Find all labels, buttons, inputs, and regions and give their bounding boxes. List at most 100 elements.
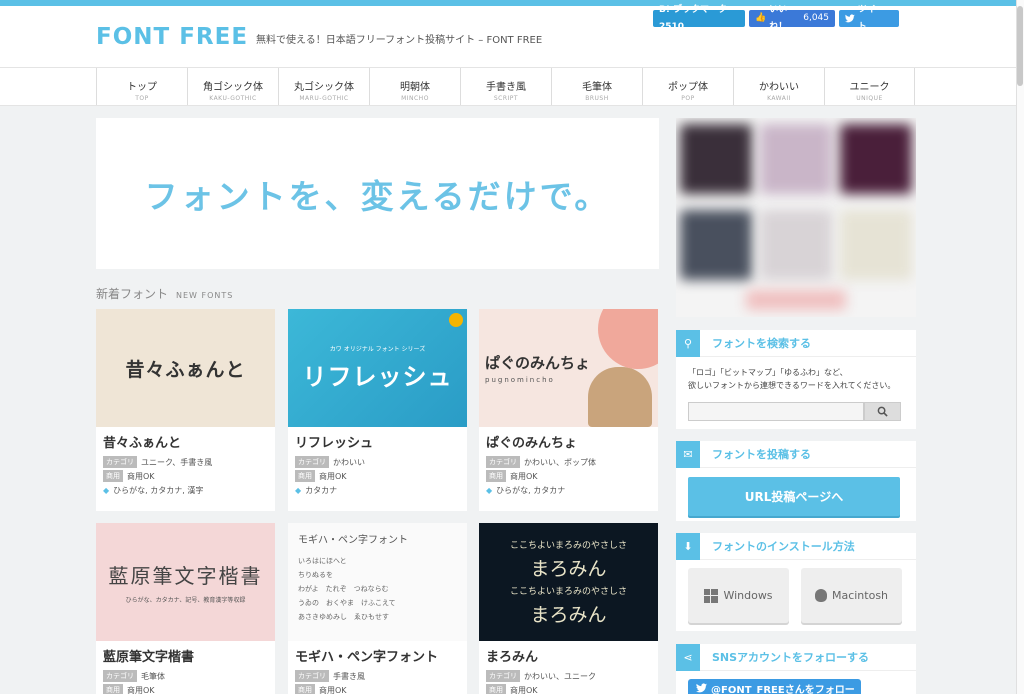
font-card[interactable]: 藍原筆文字楷書 ひらがな、カタカナ、記号、教育漢字等収録 藍原筆文字楷書 カテゴ… xyxy=(96,523,275,694)
windows-logo-icon xyxy=(704,588,719,603)
nav-label: 丸ゴシック体 xyxy=(294,82,354,93)
font-title[interactable]: モギハ・ペン字フォント xyxy=(288,641,467,669)
category-value[interactable]: かわいい、ポップ体 xyxy=(524,457,596,468)
panel-title: フォントのインストール方法 xyxy=(712,540,855,553)
url-submit-button[interactable]: URL投稿ページへ xyxy=(688,477,900,516)
font-thumbnail[interactable]: カワ オリジナル フォント シリーズ リフレッシュ xyxy=(288,309,467,427)
sidebar-sns-panel: ⋖ SNSアカウントをフォローする @FONT_FREEさんをフォロー xyxy=(676,643,916,694)
font-title[interactable]: 昔々ふぁんと xyxy=(96,427,275,455)
sidebar-ad[interactable] xyxy=(676,118,916,317)
windows-button[interactable]: Windows xyxy=(688,568,789,623)
font-title[interactable]: ぱぐのみんちょ xyxy=(479,427,658,455)
category-row: カテゴリ ユニーク、手書き風 xyxy=(96,455,275,469)
commercial-row: 商用 商用OK xyxy=(288,469,467,483)
thumbnail-subtext: pugnomincho xyxy=(485,376,555,384)
url-submit-label: URL投稿ページへ xyxy=(744,490,844,504)
category-value[interactable]: ユニーク、手書き風 xyxy=(141,457,212,468)
font-thumbnail[interactable]: 昔々ふぁんと xyxy=(96,309,275,427)
keyword-value[interactable]: カタカナ xyxy=(305,485,337,496)
nav-sublabel: MARU-GOTHIC xyxy=(299,95,349,102)
hatena-bookmark-button[interactable]: B! ブックマーク 2510 xyxy=(653,5,745,32)
thumbnail-text: リフレッシュ xyxy=(302,363,453,391)
tag-icon: ◆ xyxy=(295,485,302,495)
font-card[interactable]: モギハ・ペン字フォント いろはにほへと ちりぬるを わがよ たれぞ つねならむ … xyxy=(288,523,467,694)
keyword-value[interactable]: ひらがな, カタカナ xyxy=(496,485,565,496)
twitter-bird-icon xyxy=(845,14,855,23)
nav-item-kawaii[interactable]: かわいい KAWAII xyxy=(733,68,824,105)
panel-header: ✉ フォントを投稿する xyxy=(676,440,916,468)
macintosh-label: Macintosh xyxy=(831,589,889,602)
category-value[interactable]: 毛筆体 xyxy=(141,671,165,682)
nav-item-script[interactable]: 手書き風 SCRIPT xyxy=(460,68,551,105)
nav-item-maru-gothic[interactable]: 丸ゴシック体 MARU-GOTHIC xyxy=(278,68,369,105)
font-thumbnail[interactable]: モギハ・ペン字フォント いろはにほへと ちりぬるを わがよ たれぞ つねならむ … xyxy=(288,523,467,641)
font-card[interactable]: カワ オリジナル フォント シリーズ リフレッシュ リフレッシュ カテゴリ かわい… xyxy=(288,309,467,511)
thumbnail-line: まろみん xyxy=(530,603,607,626)
nav-label: ユニーク xyxy=(849,82,890,93)
macintosh-button[interactable]: Macintosh xyxy=(801,568,902,623)
panel-title: SNSアカウントをフォローする xyxy=(712,651,870,664)
category-tag: カテゴリ xyxy=(295,456,329,468)
category-row: カテゴリ 手書き風 xyxy=(288,669,467,683)
pug-image xyxy=(588,367,652,427)
scrollbar-thumb[interactable] xyxy=(1017,6,1023,86)
nav-item-mincho[interactable]: 明朝体 MINCHO xyxy=(369,68,460,105)
category-value[interactable]: 手書き風 xyxy=(333,671,365,682)
font-thumbnail[interactable]: ぱぐのみんちょ pugnomincho xyxy=(479,309,658,427)
nav-item-brush[interactable]: 毛筆体 BRUSH xyxy=(551,68,642,105)
nav-item-kaku-gothic[interactable]: 角ゴシック体 KAKU-GOTHIC xyxy=(187,68,278,105)
panel-title: フォントを投稿する xyxy=(712,448,811,461)
hero-banner[interactable]: フォントを、変えるだけで。 xyxy=(96,118,659,269)
panel-title: フォントを検索する xyxy=(712,337,811,350)
facebook-like-button[interactable]: 👍 いいね！ 6,045 xyxy=(749,5,835,32)
keyword-value[interactable]: ひらがな, カタカナ, 漢字 xyxy=(113,485,203,496)
font-thumbnail[interactable]: ここちよいまろみのやさしさ まろみん ここちよいまろみのやさしさ まろみん xyxy=(479,523,658,641)
tweet-label: ツイート xyxy=(857,4,885,32)
pink-wave-shape xyxy=(598,309,658,369)
nav-item-unique[interactable]: ユニーク UNIQUE xyxy=(824,68,915,105)
tweet-button[interactable]: ツイート xyxy=(839,5,899,32)
nav-item-top[interactable]: トップ TOP xyxy=(96,68,187,105)
nav-item-pop[interactable]: ポップ体 POP xyxy=(642,68,733,105)
nav-label: 明朝体 xyxy=(400,82,430,93)
search-input[interactable] xyxy=(688,402,864,421)
site-logo[interactable]: FONT FREE xyxy=(96,24,248,50)
commercial-tag: 商用 xyxy=(295,684,315,694)
hero-text: フォントを、変えるだけで。 xyxy=(144,176,611,216)
twitter-follow-button[interactable]: @FONT_FREEさんをフォロー xyxy=(688,679,861,694)
category-tag: カテゴリ xyxy=(103,670,137,682)
search-submit-button[interactable] xyxy=(864,402,901,421)
commercial-tag: 商用 xyxy=(103,684,123,694)
install-icon: ⬇ xyxy=(676,532,700,560)
mail-icon: ✉ xyxy=(676,440,700,468)
commercial-row: 商用 商用OK xyxy=(479,683,658,694)
font-title[interactable]: リフレッシュ xyxy=(288,427,467,455)
tag-icon: ◆ xyxy=(103,485,110,495)
font-thumbnail[interactable]: 藍原筆文字楷書 ひらがな、カタカナ、記号、教育漢字等収録 xyxy=(96,523,275,641)
category-row: カテゴリ かわいい、ユニーク xyxy=(479,669,658,683)
nav-sublabel: KAKU-GOTHIC xyxy=(209,95,257,102)
commercial-row: 商用 商用OK xyxy=(96,683,275,694)
commercial-value: 商用OK xyxy=(127,685,155,694)
nav-label: 角ゴシック体 xyxy=(203,82,263,93)
category-tag: カテゴリ xyxy=(103,456,137,468)
font-title[interactable]: 藍原筆文字楷書 xyxy=(96,641,275,669)
thumbnail-text: 昔々ふぁんと xyxy=(125,358,246,381)
font-card[interactable]: ぱぐのみんちょ pugnomincho ぱぐのみんちょ カテゴリ かわいい、ポップ… xyxy=(479,309,658,511)
category-value[interactable]: かわいい、ユニーク xyxy=(524,671,596,682)
apple-logo-icon xyxy=(814,589,827,602)
category-value[interactable]: かわいい xyxy=(333,457,365,468)
font-card[interactable]: ここちよいまろみのやさしさ まろみん ここちよいまろみのやさしさ まろみん まろ… xyxy=(479,523,658,694)
thumbnail-line: まろみん xyxy=(530,557,607,580)
font-card[interactable]: 昔々ふぁんと 昔々ふぁんと カテゴリ ユニーク、手書き風 商用 商用OK ◆ ひらがな… xyxy=(96,309,275,511)
font-title[interactable]: まろみん xyxy=(479,641,658,669)
category-row: カテゴリ かわいい、ポップ体 xyxy=(479,455,658,469)
sidebar-install-panel: ⬇ フォントのインストール方法 Windows Macintosh xyxy=(676,532,916,631)
commercial-tag: 商用 xyxy=(486,684,506,694)
nav-label: トップ xyxy=(127,82,157,93)
nav-label: 毛筆体 xyxy=(582,82,612,93)
thumbnail-text: ぱぐのみんちょ xyxy=(485,354,591,372)
nav-label: 手書き風 xyxy=(486,82,526,93)
nav-sublabel: BRUSH xyxy=(585,95,609,102)
page-scrollbar[interactable] xyxy=(1016,0,1024,694)
